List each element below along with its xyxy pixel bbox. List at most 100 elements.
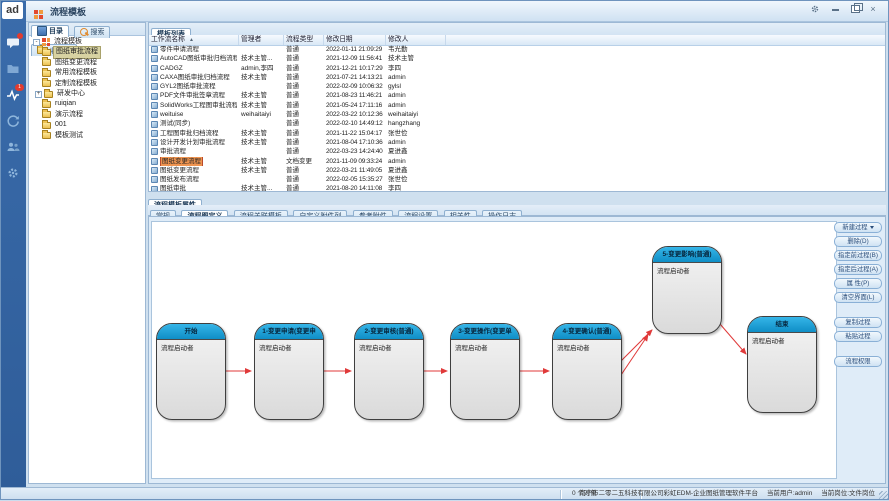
tree-item[interactable]: 定制流程模板	[29, 79, 145, 89]
contacts-icon[interactable]	[6, 140, 20, 154]
col-user[interactable]: 修改人	[386, 35, 446, 45]
table-row[interactable]: 工程图审批归档流程技术主管普通2021-11-22 15:04:17张世俭	[149, 129, 885, 138]
workflow-icon	[151, 83, 158, 90]
copy-process-button[interactable]: 复制过程	[834, 317, 882, 328]
tree-item[interactable]: 模板测试	[29, 131, 145, 141]
table-row[interactable]: 图纸发布流程普通2022-02-05 15:35:27张世俭	[149, 175, 885, 184]
table-row[interactable]: SolidWorks工程图审批流程技术主管普通2021-05-24 17:11:…	[149, 101, 885, 110]
template-root-icon	[42, 38, 50, 46]
workflow-icon	[151, 74, 158, 81]
folder-icon	[42, 80, 51, 87]
workflow-icon	[151, 55, 158, 62]
node-role-label: 流程启动者	[748, 333, 816, 347]
folder-icon	[44, 91, 53, 98]
col-manager[interactable]: 管理者	[239, 35, 284, 45]
paste-process-button[interactable]: 粘贴过程	[834, 331, 882, 342]
table-row[interactable]: GYL2图纸审批流程普通2022-02-09 10:06:32gylsl	[149, 82, 885, 91]
properties-button[interactable]: 属 性(P)	[834, 278, 882, 289]
tab-catalog[interactable]: 目录	[31, 25, 69, 37]
table-row[interactable]: 图纸变更流程技术主管普通2022-03-21 11:49:05夏进鑫	[149, 166, 885, 175]
current-user-label: 当前用户:admin	[767, 490, 813, 497]
statusbar-divider	[560, 490, 561, 499]
set-prev-process-button[interactable]: 指定前过程(B)	[834, 250, 882, 261]
messages-icon[interactable]	[6, 36, 20, 50]
collapse-toggle-icon[interactable]: -	[33, 39, 40, 46]
node-role-label: 流程启动者	[157, 340, 225, 354]
sync-icon[interactable]	[6, 114, 20, 128]
flow-permission-button[interactable]: 流程权限	[834, 356, 882, 367]
maximize-icon[interactable]	[847, 3, 863, 15]
window-title: 流程模板	[50, 5, 86, 18]
col-date[interactable]: 修改日期	[324, 35, 386, 45]
tree-item[interactable]: 常用流程模板	[29, 68, 145, 78]
flow-node-change-request[interactable]: 1-变更申请(变更申 流程启动者	[254, 323, 324, 420]
workflow-icon	[151, 186, 158, 191]
table-row[interactable]: AutoCAD图纸审批归档流程技术主管...普通2021-12-09 11:56…	[149, 54, 885, 63]
table-body: 零件申请流程普通2022-01-11 21:09:29韦光勤 AutoCAD图纸…	[149, 45, 885, 191]
delete-button[interactable]: 删除(D)	[834, 236, 882, 247]
folder-icon	[42, 70, 51, 77]
clear-canvas-button[interactable]: 清空界面(L)	[834, 292, 882, 303]
titlebar: 流程模板 ×	[26, 0, 889, 22]
settings-icon[interactable]	[6, 166, 20, 180]
col-type[interactable]: 流程类型	[284, 35, 324, 45]
workflow-icon	[151, 158, 158, 165]
table-row[interactable]: CAXA图纸审批归档流程技术主管普通2021-07-21 14:13:21adm…	[149, 73, 885, 82]
minimize-icon[interactable]	[827, 3, 843, 15]
new-process-button[interactable]: 新建过程	[834, 222, 882, 233]
flow-node-change-review[interactable]: 2-变更审核(普通) 流程启动者	[354, 323, 424, 420]
status-bar: 0 个对象 南宁市二零二五科技有限公司彩虹EDM-企业图纸管理软件平台 当前用户…	[0, 487, 889, 501]
table-row-selected[interactable]: 图纸变更流程技术主管文档变更2021-11-09 09:33:24admin	[149, 157, 885, 166]
table-row[interactable]: 设计开发计划审批流程技术主管普通2021-08-04 17:10:36admin	[149, 138, 885, 147]
folder-icon	[42, 111, 51, 118]
workflow-icon	[151, 148, 158, 155]
flow-node-change-confirm[interactable]: 4-变更确认(普通) 流程启动者	[552, 323, 622, 420]
table-row[interactable]: 图纸审批技术主管...普通2021-08-20 14:11:08李四	[149, 184, 885, 191]
dropdown-caret-icon	[870, 226, 874, 229]
expand-toggle-icon[interactable]: +	[35, 91, 42, 98]
set-next-process-button[interactable]: 指定后过程(A)	[834, 264, 882, 275]
activity-icon[interactable]: 1	[6, 88, 20, 102]
properties-tabstrip: 流程模板属性	[148, 194, 886, 205]
flow-canvas[interactable]: 开始 流程启动者 1-变更申请(变更申 流程启动者 2-变更审核(普通) 流程启…	[151, 221, 837, 479]
tree-item[interactable]: ruiqian	[29, 99, 145, 109]
app-logo[interactable]: ad	[2, 2, 23, 19]
window-settings-icon[interactable]	[807, 3, 823, 15]
flow-diagram-panel: 开始 流程启动者 1-变更申请(变更申 流程启动者 2-变更审核(普通) 流程启…	[148, 216, 886, 484]
tree-item[interactable]: +研发中心	[29, 89, 145, 99]
flow-node-start[interactable]: 开始 流程启动者	[156, 323, 226, 420]
table-row[interactable]: 测试(同步)普通2022-02-10 14:49:12hangzhang	[149, 119, 885, 128]
flow-node-end[interactable]: 结束 流程启动者	[747, 316, 817, 413]
col-workflow-name[interactable]: 工作流名称▲	[149, 35, 239, 45]
flow-node-change-impact[interactable]: 5-变更影响(普通) 流程启动者	[652, 246, 722, 334]
node-role-label: 流程启动者	[451, 340, 519, 354]
table-row[interactable]: CADGZadmin,李四普通2021-12-21 10:17:29李四	[149, 64, 885, 73]
workflow-icon	[151, 176, 158, 183]
search-icon	[80, 28, 88, 36]
close-icon[interactable]: ×	[865, 3, 881, 15]
documents-icon[interactable]	[6, 62, 20, 76]
workflow-icon	[151, 65, 158, 72]
workflow-icon	[151, 93, 158, 100]
table-row[interactable]: weituiseweihaitaiyi普通2022-03-22 10:12:36…	[149, 110, 885, 119]
tree-item[interactable]: 演示流程	[29, 110, 145, 120]
folder-icon	[42, 49, 51, 56]
node-role-label: 流程启动者	[255, 340, 323, 354]
book-icon	[37, 26, 47, 36]
catalog-panel: 目录 搜索 收藏夹 - 流程模板 图纸审批流程 图纸变更流程 常用流程模板 定制…	[28, 22, 146, 484]
folder-icon	[42, 101, 51, 108]
table-row[interactable]: 审批流程普通2022-03-23 14:24:40夏进鑫	[149, 147, 885, 156]
tree-item[interactable]: 图纸变更流程	[29, 58, 145, 68]
table-row[interactable]: PDF文件审批签章流程技术主管普通2021-08-23 11:46:21admi…	[149, 91, 885, 100]
tab-search[interactable]: 搜索	[74, 26, 110, 38]
node-role-label: 流程启动者	[653, 263, 721, 277]
activity-badge: 1	[15, 84, 24, 91]
table-row[interactable]: 零件申请流程普通2022-01-11 21:09:29韦光勤	[149, 45, 885, 54]
workflow-icon	[151, 111, 158, 118]
tree-item[interactable]: 图纸审批流程	[29, 47, 145, 57]
company-label: 南宁市二零二五科技有限公司彩虹EDM-企业图纸管理软件平台	[579, 490, 758, 497]
node-role-label: 流程启动者	[553, 340, 621, 354]
flow-node-change-operate[interactable]: 3-变更操作(变更单 流程启动者	[450, 323, 520, 420]
resize-grip[interactable]	[879, 491, 888, 500]
tree-item[interactable]: 001	[29, 120, 145, 130]
